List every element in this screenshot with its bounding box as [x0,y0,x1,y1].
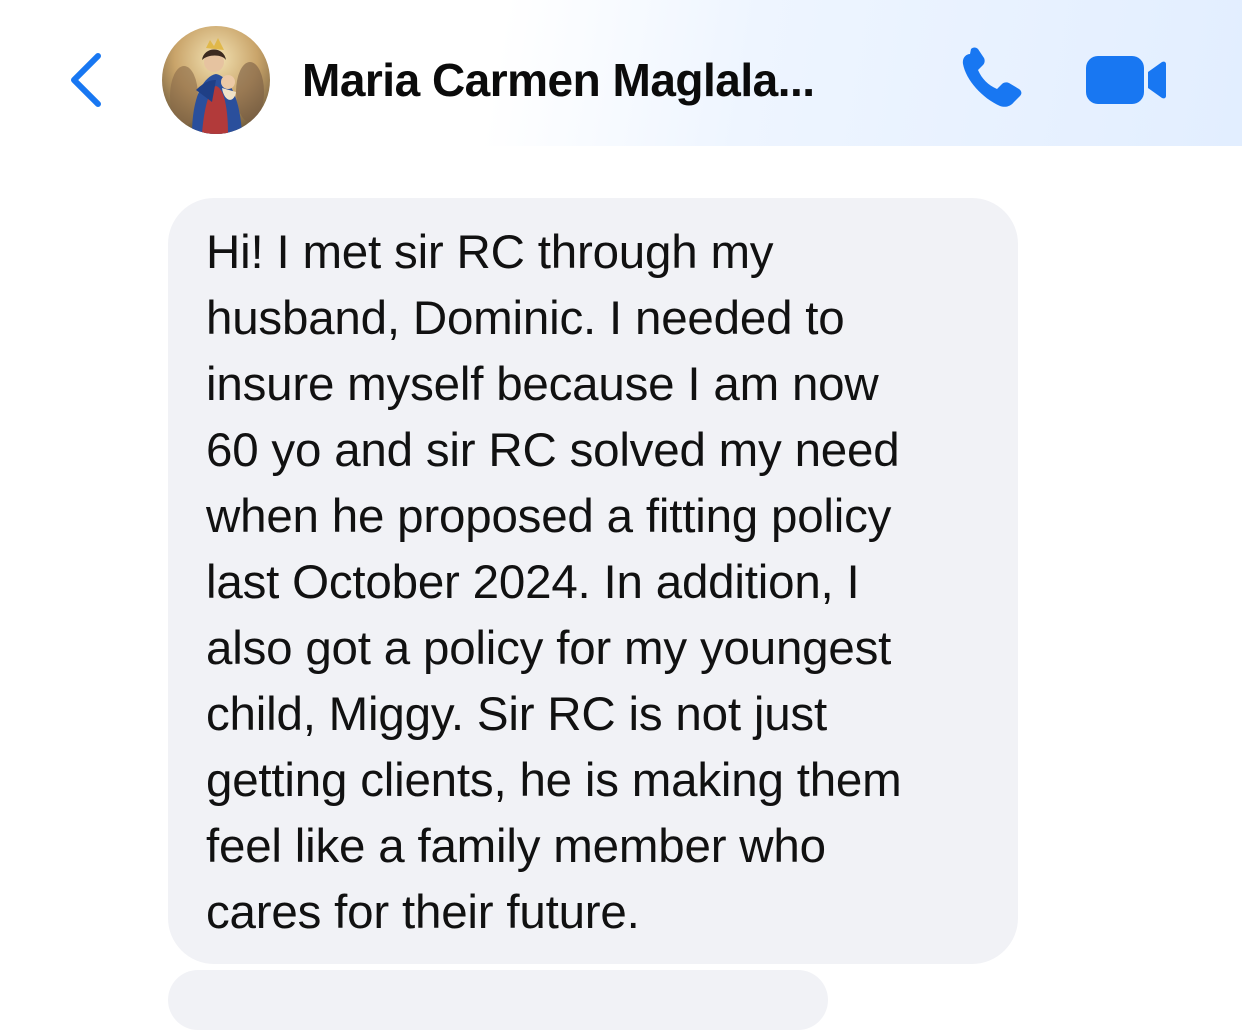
message-text: Hi! I met sir RC through my husband, Dom… [206,226,902,939]
contact-name[interactable]: Maria Carmen Maglala... [302,52,815,108]
avatar-image [162,26,270,134]
phone-icon [962,47,1022,107]
avatar[interactable] [162,26,270,134]
next-message-bubble[interactable] [168,970,828,1030]
audio-call-button[interactable] [956,46,1028,114]
video-camera-icon [1086,56,1166,104]
video-call-button[interactable] [1082,50,1172,110]
chevron-left-icon [71,53,101,107]
chat-header: Maria Carmen Maglala... [0,0,1242,146]
incoming-message-bubble[interactable]: Hi! I met sir RC through my husband, Dom… [168,198,1018,964]
back-button[interactable] [62,46,114,114]
